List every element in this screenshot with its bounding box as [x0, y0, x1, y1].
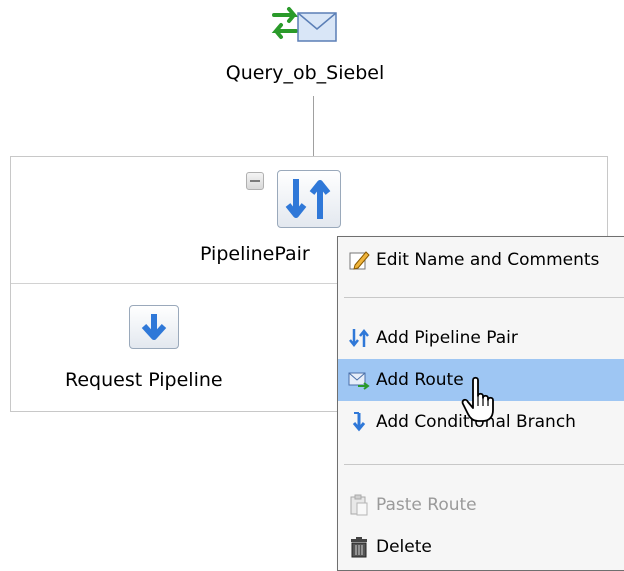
conditional-branch-icon: [348, 411, 370, 433]
menu-item-label: Delete: [376, 537, 432, 557]
menu-item-delete[interactable]: Delete: [338, 526, 624, 568]
pipeline-pair-icon: [348, 327, 370, 349]
menu-item-edit-name-and-comments[interactable]: Edit Name and Comments: [338, 239, 624, 281]
menu-item-add-pipeline-pair[interactable]: Add Pipeline Pair: [338, 317, 624, 359]
menu-item-paste-route: Paste Route: [338, 484, 624, 526]
route-envelope-icon: [348, 369, 370, 391]
menu-item-label: Add Pipeline Pair: [376, 328, 518, 348]
proxy-service-name: Query_ob_Siebel: [225, 62, 385, 84]
trash-can-icon: [348, 536, 370, 558]
menu-separator: [344, 464, 624, 465]
collapse-minus-icon[interactable]: [246, 172, 264, 190]
hand-pointer-cursor-icon: [461, 376, 505, 424]
paste-clipboard-icon: [348, 494, 370, 516]
proxy-service-icon[interactable]: [270, 5, 340, 49]
pipeline-pair-label: PipelinePair: [200, 243, 310, 265]
request-pipeline-icon[interactable]: [129, 305, 179, 349]
edit-pencil-icon: [348, 249, 370, 271]
menu-item-label: Paste Route: [376, 495, 477, 515]
request-pipeline-label: Request Pipeline: [65, 369, 223, 391]
pipeline-pair-icon[interactable]: [277, 170, 341, 228]
menu-item-label: Add Route: [376, 370, 464, 390]
menu-item-label: Edit Name and Comments: [376, 250, 600, 270]
menu-separator: [344, 297, 624, 298]
connector-line: [313, 96, 314, 156]
